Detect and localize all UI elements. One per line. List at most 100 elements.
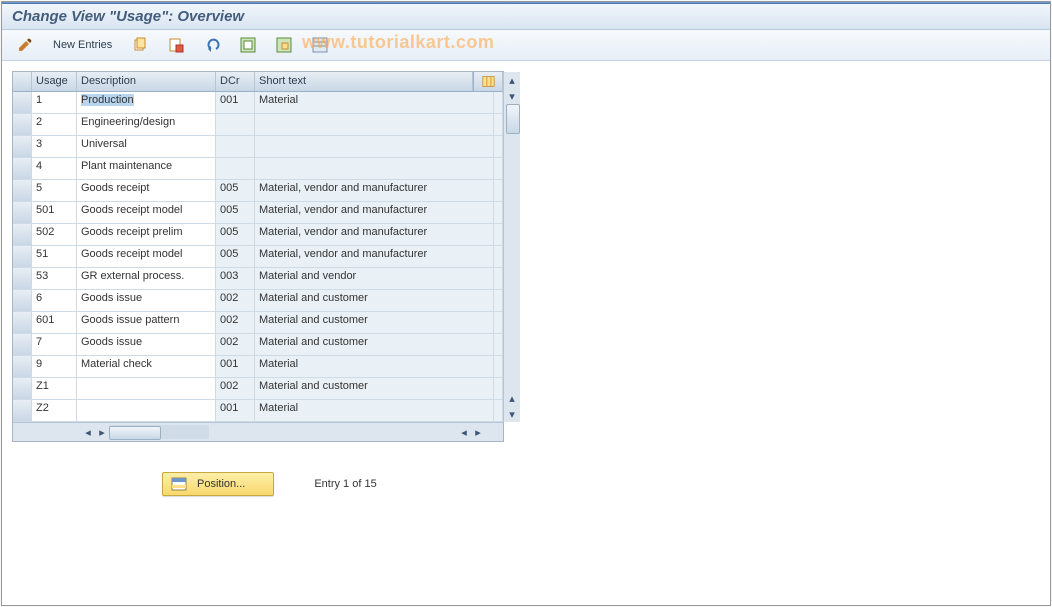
row-selector[interactable] bbox=[13, 92, 32, 113]
grid-header: Usage Description DCr Short text bbox=[13, 72, 503, 92]
scroll-down-button[interactable]: ▾ bbox=[504, 88, 520, 104]
cell-description[interactable]: Goods issue pattern bbox=[77, 312, 216, 333]
undo-button[interactable] bbox=[197, 34, 227, 56]
cell-description[interactable]: Goods issue bbox=[77, 290, 216, 311]
app-window: Change View "Usage": Overview New Entrie… bbox=[1, 1, 1051, 606]
row-selector[interactable] bbox=[13, 246, 32, 267]
row-selector[interactable] bbox=[13, 400, 32, 421]
cell-usage[interactable]: 53 bbox=[32, 268, 77, 289]
header-select-all[interactable] bbox=[13, 72, 32, 91]
scroll-up-button[interactable]: ▴ bbox=[504, 72, 520, 88]
table-row[interactable]: 53GR external process.003Material and ve… bbox=[13, 268, 503, 290]
cell-description[interactable]: Goods receipt prelim bbox=[77, 224, 216, 245]
cell-usage[interactable]: 5 bbox=[32, 180, 77, 201]
cell-description[interactable]: GR external process. bbox=[77, 268, 216, 289]
header-usage[interactable]: Usage bbox=[32, 72, 77, 91]
cell-usage[interactable]: 51 bbox=[32, 246, 77, 267]
cell-short-text: Material and customer bbox=[255, 334, 494, 355]
hscroll-right-2[interactable]: ▸ bbox=[471, 425, 485, 439]
cell-usage[interactable]: 2 bbox=[32, 114, 77, 135]
row-selector[interactable] bbox=[13, 378, 32, 399]
row-selector[interactable] bbox=[13, 312, 32, 333]
table-row[interactable]: 502Goods receipt prelim005Material, vend… bbox=[13, 224, 503, 246]
row-selector[interactable] bbox=[13, 334, 32, 355]
table-row[interactable]: 51Goods receipt model005Material, vendor… bbox=[13, 246, 503, 268]
cell-usage[interactable]: 501 bbox=[32, 202, 77, 223]
row-selector[interactable] bbox=[13, 202, 32, 223]
copy-icon bbox=[132, 37, 148, 53]
cell-usage[interactable]: 601 bbox=[32, 312, 77, 333]
row-selector[interactable] bbox=[13, 268, 32, 289]
table-row[interactable]: 7Goods issue002Material and customer bbox=[13, 334, 503, 356]
row-selector[interactable] bbox=[13, 158, 32, 179]
row-selector[interactable] bbox=[13, 290, 32, 311]
cell-description[interactable]: Goods issue bbox=[77, 334, 216, 355]
hscroll-track[interactable] bbox=[109, 425, 209, 439]
scroll-thumb[interactable] bbox=[506, 104, 520, 134]
scroll-down-button-2[interactable]: ▾ bbox=[504, 406, 520, 422]
cell-description[interactable]: Goods receipt model bbox=[77, 246, 216, 267]
cell-usage[interactable]: Z1 bbox=[32, 378, 77, 399]
row-selector[interactable] bbox=[13, 114, 32, 135]
row-selector[interactable] bbox=[13, 180, 32, 201]
table-row[interactable]: 6Goods issue002Material and customer bbox=[13, 290, 503, 312]
table-row[interactable]: Z1002Material and customer bbox=[13, 378, 503, 400]
row-selector[interactable] bbox=[13, 356, 32, 377]
position-icon bbox=[171, 476, 187, 492]
table-row[interactable]: 1Production001Material bbox=[13, 92, 503, 114]
cell-tail bbox=[494, 202, 503, 223]
cell-tail bbox=[494, 400, 503, 421]
vertical-scrollbar[interactable]: ▴ ▾ ▴ ▾ bbox=[503, 72, 520, 422]
header-short-text[interactable]: Short text bbox=[255, 72, 473, 91]
cell-usage[interactable]: Z2 bbox=[32, 400, 77, 421]
cell-usage[interactable]: 9 bbox=[32, 356, 77, 377]
position-button[interactable]: Position... bbox=[162, 472, 274, 496]
select-block-button[interactable] bbox=[269, 34, 299, 56]
cell-tail bbox=[494, 224, 503, 245]
hscroll-thumb[interactable] bbox=[109, 426, 161, 440]
cell-description[interactable]: Universal bbox=[77, 136, 216, 157]
table-row[interactable]: 4Plant maintenance bbox=[13, 158, 503, 180]
toggle-tool-button[interactable] bbox=[10, 34, 40, 56]
hscroll-left[interactable]: ◂ bbox=[81, 425, 95, 439]
table-row[interactable]: 9Material check001Material bbox=[13, 356, 503, 378]
table-row[interactable]: 501Goods receipt model005Material, vendo… bbox=[13, 202, 503, 224]
cell-usage[interactable]: 1 bbox=[32, 92, 77, 113]
hscroll-right[interactable]: ▸ bbox=[95, 425, 109, 439]
cell-description[interactable] bbox=[77, 378, 216, 399]
cell-description[interactable]: Plant maintenance bbox=[77, 158, 216, 179]
configure-columns-button[interactable] bbox=[473, 72, 503, 91]
scroll-track[interactable] bbox=[504, 104, 520, 390]
cell-dcr: 003 bbox=[216, 268, 255, 289]
table-row[interactable]: 5Goods receipt005Material, vendor and ma… bbox=[13, 180, 503, 202]
cell-usage[interactable]: 4 bbox=[32, 158, 77, 179]
copy-button[interactable] bbox=[125, 34, 155, 56]
delete-button[interactable] bbox=[161, 34, 191, 56]
cell-tail bbox=[494, 114, 503, 135]
cell-description[interactable]: Material check bbox=[77, 356, 216, 377]
cell-description[interactable]: Engineering/design bbox=[77, 114, 216, 135]
header-dcr[interactable]: DCr bbox=[216, 72, 255, 91]
new-entries-button[interactable]: New Entries bbox=[46, 36, 119, 54]
row-selector[interactable] bbox=[13, 136, 32, 157]
row-selector[interactable] bbox=[13, 224, 32, 245]
table-row[interactable]: 2Engineering/design bbox=[13, 114, 503, 136]
table-row[interactable]: Z2001Material bbox=[13, 400, 503, 422]
cell-usage[interactable]: 6 bbox=[32, 290, 77, 311]
hscroll-left-2[interactable]: ◂ bbox=[457, 425, 471, 439]
cell-description[interactable]: Production bbox=[77, 92, 216, 113]
cell-description[interactable]: Goods receipt model bbox=[77, 202, 216, 223]
cell-tail bbox=[494, 378, 503, 399]
cell-usage[interactable]: 502 bbox=[32, 224, 77, 245]
select-all-button[interactable] bbox=[233, 34, 263, 56]
cell-description[interactable]: Goods receipt bbox=[77, 180, 216, 201]
table-row[interactable]: 601Goods issue pattern002Material and cu… bbox=[13, 312, 503, 334]
cell-usage[interactable]: 3 bbox=[32, 136, 77, 157]
table-row[interactable]: 3Universal bbox=[13, 136, 503, 158]
scroll-up-button-2[interactable]: ▴ bbox=[504, 390, 520, 406]
cell-usage[interactable]: 7 bbox=[32, 334, 77, 355]
cell-description[interactable] bbox=[77, 400, 216, 421]
header-description[interactable]: Description bbox=[77, 72, 216, 91]
cell-dcr: 002 bbox=[216, 290, 255, 311]
select-all-icon bbox=[240, 37, 256, 53]
